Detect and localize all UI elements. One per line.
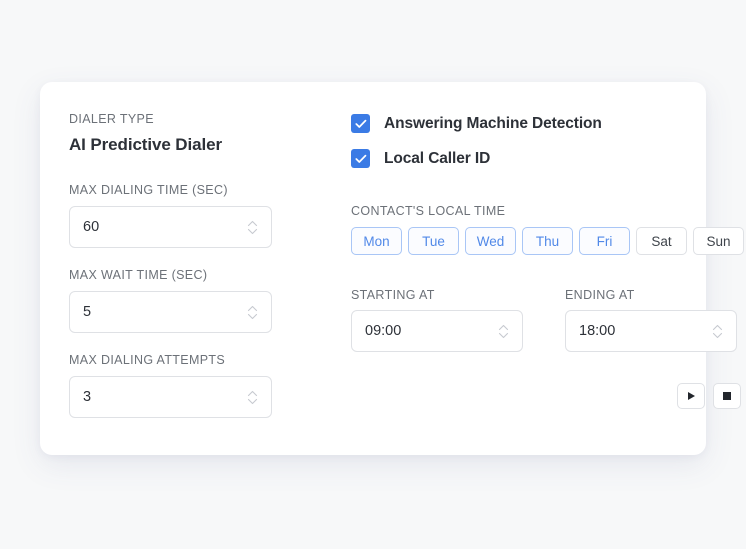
checkbox-label-local-caller-id: Local Caller ID [384, 149, 491, 167]
time-range-section: STARTING AT 09:00 ENDING AT 18:00 [351, 288, 744, 352]
chevron-up-down-icon [247, 390, 257, 404]
max-wait-time-label: MAX WAIT TIME (SEC) [69, 268, 208, 282]
checkbox-local-caller-id[interactable]: Local Caller ID [351, 149, 744, 168]
chevron-up-down-icon [712, 324, 722, 338]
checkbox-answering-machine-detection[interactable]: Answering Machine Detection [351, 114, 744, 133]
max-dialing-time-input[interactable]: 60 [69, 206, 272, 248]
day-pill-sun[interactable]: Sun [693, 227, 744, 255]
left-settings-column: DIALER TYPE AI Predictive Dialer MAX DIA… [69, 112, 322, 418]
max-wait-time-value: 5 [83, 304, 92, 320]
stop-icon [723, 392, 731, 400]
ending-at-input[interactable]: 18:00 [565, 310, 737, 352]
max-wait-time-input[interactable]: 5 [69, 291, 272, 333]
dialer-type-group: DIALER TYPE AI Predictive Dialer [69, 112, 322, 155]
ending-at-label: ENDING AT [565, 288, 635, 302]
starting-at-input[interactable]: 09:00 [351, 310, 523, 352]
max-dialing-attempts-value: 3 [83, 389, 92, 405]
day-pill-wed[interactable]: Wed [465, 227, 516, 255]
ending-at-group: ENDING AT 18:00 [565, 288, 737, 352]
chevron-up-down-icon [247, 220, 257, 234]
checkbox-label-answering-machine-detection: Answering Machine Detection [384, 114, 602, 132]
dialer-type-value: AI Predictive Dialer [69, 135, 222, 154]
max-dialing-time-stepper[interactable] [239, 207, 265, 247]
max-wait-time-stepper[interactable] [239, 292, 265, 332]
day-pill-label: Sun [706, 233, 731, 249]
stop-button[interactable] [713, 383, 741, 409]
starting-at-value: 09:00 [365, 323, 402, 339]
day-pill-fri[interactable]: Fri [579, 227, 630, 255]
day-pill-label: Tue [422, 233, 445, 249]
ending-at-stepper[interactable] [704, 311, 730, 351]
day-pill-thu[interactable]: Thu [522, 227, 573, 255]
day-pill-label: Mon [363, 233, 390, 249]
max-dialing-time-label: MAX DIALING TIME (SEC) [69, 183, 228, 197]
max-wait-time-group: MAX WAIT TIME (SEC) 5 [69, 268, 322, 333]
right-settings-column: Answering Machine Detection Local Caller… [322, 112, 744, 409]
ending-at-value: 18:00 [579, 323, 616, 339]
chevron-up-down-icon [498, 324, 508, 338]
transport-controls [351, 383, 744, 409]
day-selector: Mon Tue Wed Thu Fri Sat Sun [351, 227, 744, 255]
day-pill-label: Wed [476, 233, 505, 249]
max-dialing-time-group: MAX DIALING TIME (SEC) 60 [69, 183, 322, 248]
day-pill-sat[interactable]: Sat [636, 227, 687, 255]
start-button[interactable] [677, 383, 705, 409]
starting-at-group: STARTING AT 09:00 [351, 288, 523, 352]
starting-at-stepper[interactable] [490, 311, 516, 351]
max-dialing-attempts-group: MAX DIALING ATTEMPTS 3 [69, 353, 322, 418]
dialer-settings-card: DIALER TYPE AI Predictive Dialer MAX DIA… [40, 82, 744, 455]
check-icon [354, 154, 366, 163]
day-pill-label: Fri [596, 233, 613, 249]
dialer-type-label: DIALER TYPE [69, 112, 154, 126]
play-icon [687, 392, 695, 400]
max-dialing-attempts-input[interactable]: 3 [69, 376, 272, 418]
max-dialing-attempts-stepper[interactable] [239, 377, 265, 417]
day-pill-label: Thu [535, 233, 560, 249]
day-pill-label: Sat [651, 233, 672, 249]
contact-local-time-label: CONTACT'S LOCAL TIME [351, 204, 506, 218]
contact-local-time-section: CONTACT'S LOCAL TIME Mon Tue Wed Thu Fri… [351, 204, 744, 255]
max-dialing-attempts-label: MAX DIALING ATTEMPTS [69, 353, 226, 367]
checkbox-box[interactable] [351, 114, 370, 133]
max-dialing-time-value: 60 [83, 219, 100, 235]
starting-at-label: STARTING AT [351, 288, 435, 302]
day-pill-mon[interactable]: Mon [351, 227, 402, 255]
chevron-up-down-icon [247, 305, 257, 319]
checkbox-box[interactable] [351, 149, 370, 168]
day-pill-tue[interactable]: Tue [408, 227, 459, 255]
check-icon [354, 119, 366, 128]
